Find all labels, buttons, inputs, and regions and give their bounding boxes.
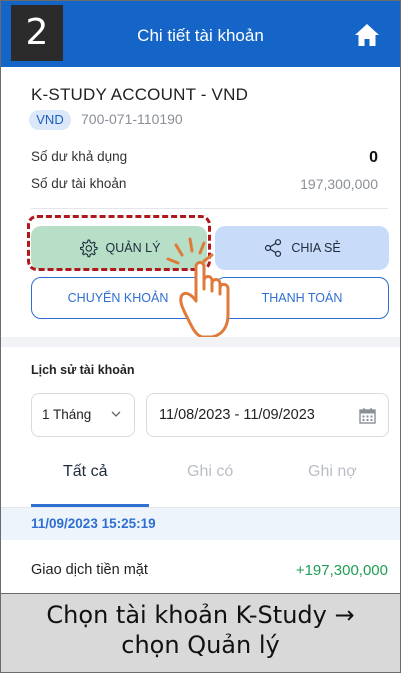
currency-badge: VND xyxy=(29,110,71,130)
home-icon[interactable] xyxy=(354,23,380,47)
transaction-group-date: 11/09/2023 15:25:19 xyxy=(31,516,156,531)
transaction-date-header: 11/09/2023 15:25:19 xyxy=(1,508,400,540)
app-screen: Chi tiết tài khoản 2 K-STUDY ACCOUNT - V… xyxy=(0,0,401,673)
caption-line-2: chọn Quản lý xyxy=(121,631,280,659)
transfer-button-label: CHUYỂN KHOẢN xyxy=(67,291,169,305)
active-tab-indicator xyxy=(31,504,149,507)
account-name: K-STUDY ACCOUNT - VND xyxy=(31,85,249,104)
available-balance-value: 0 xyxy=(369,149,378,166)
tab-debit[interactable]: Ghi nợ xyxy=(308,463,357,481)
tap-hand-icon xyxy=(166,237,230,339)
divider xyxy=(31,208,388,209)
period-select[interactable]: 1 Tháng xyxy=(31,393,135,437)
history-title: Lịch sử tài khoản xyxy=(31,363,135,377)
share-button-label: CHIA SẺ xyxy=(291,241,341,255)
date-range-field[interactable]: 11/08/2023 - 11/09/2023 xyxy=(146,393,389,437)
step-number-badge: 2 xyxy=(11,5,63,61)
account-number: 700-071-110190 xyxy=(81,111,183,127)
section-separator xyxy=(1,337,400,347)
available-balance-label: Số dư khả dụng xyxy=(31,149,128,164)
period-value: 1 Tháng xyxy=(42,407,92,422)
account-balance-label: Số dư tài khoản xyxy=(31,176,127,191)
tab-credit[interactable]: Ghi có xyxy=(187,463,233,481)
app-header: Chi tiết tài khoản 2 xyxy=(1,1,400,67)
calendar-icon xyxy=(359,408,376,424)
transaction-label[interactable]: Giao dịch tiền mặt xyxy=(31,562,148,578)
caption-line-1: Chọn tài khoản K-Study → xyxy=(46,601,355,629)
tab-all[interactable]: Tất cả xyxy=(63,463,107,481)
date-range-value: 11/08/2023 - 11/09/2023 xyxy=(159,407,315,423)
transaction-amount: +197,300,000 xyxy=(295,562,388,579)
chevron-down-icon xyxy=(111,411,121,417)
account-balance-value: 197,300,000 xyxy=(300,176,378,192)
instruction-caption: Chọn tài khoản K-Study → chọn Quản lý xyxy=(1,593,400,672)
